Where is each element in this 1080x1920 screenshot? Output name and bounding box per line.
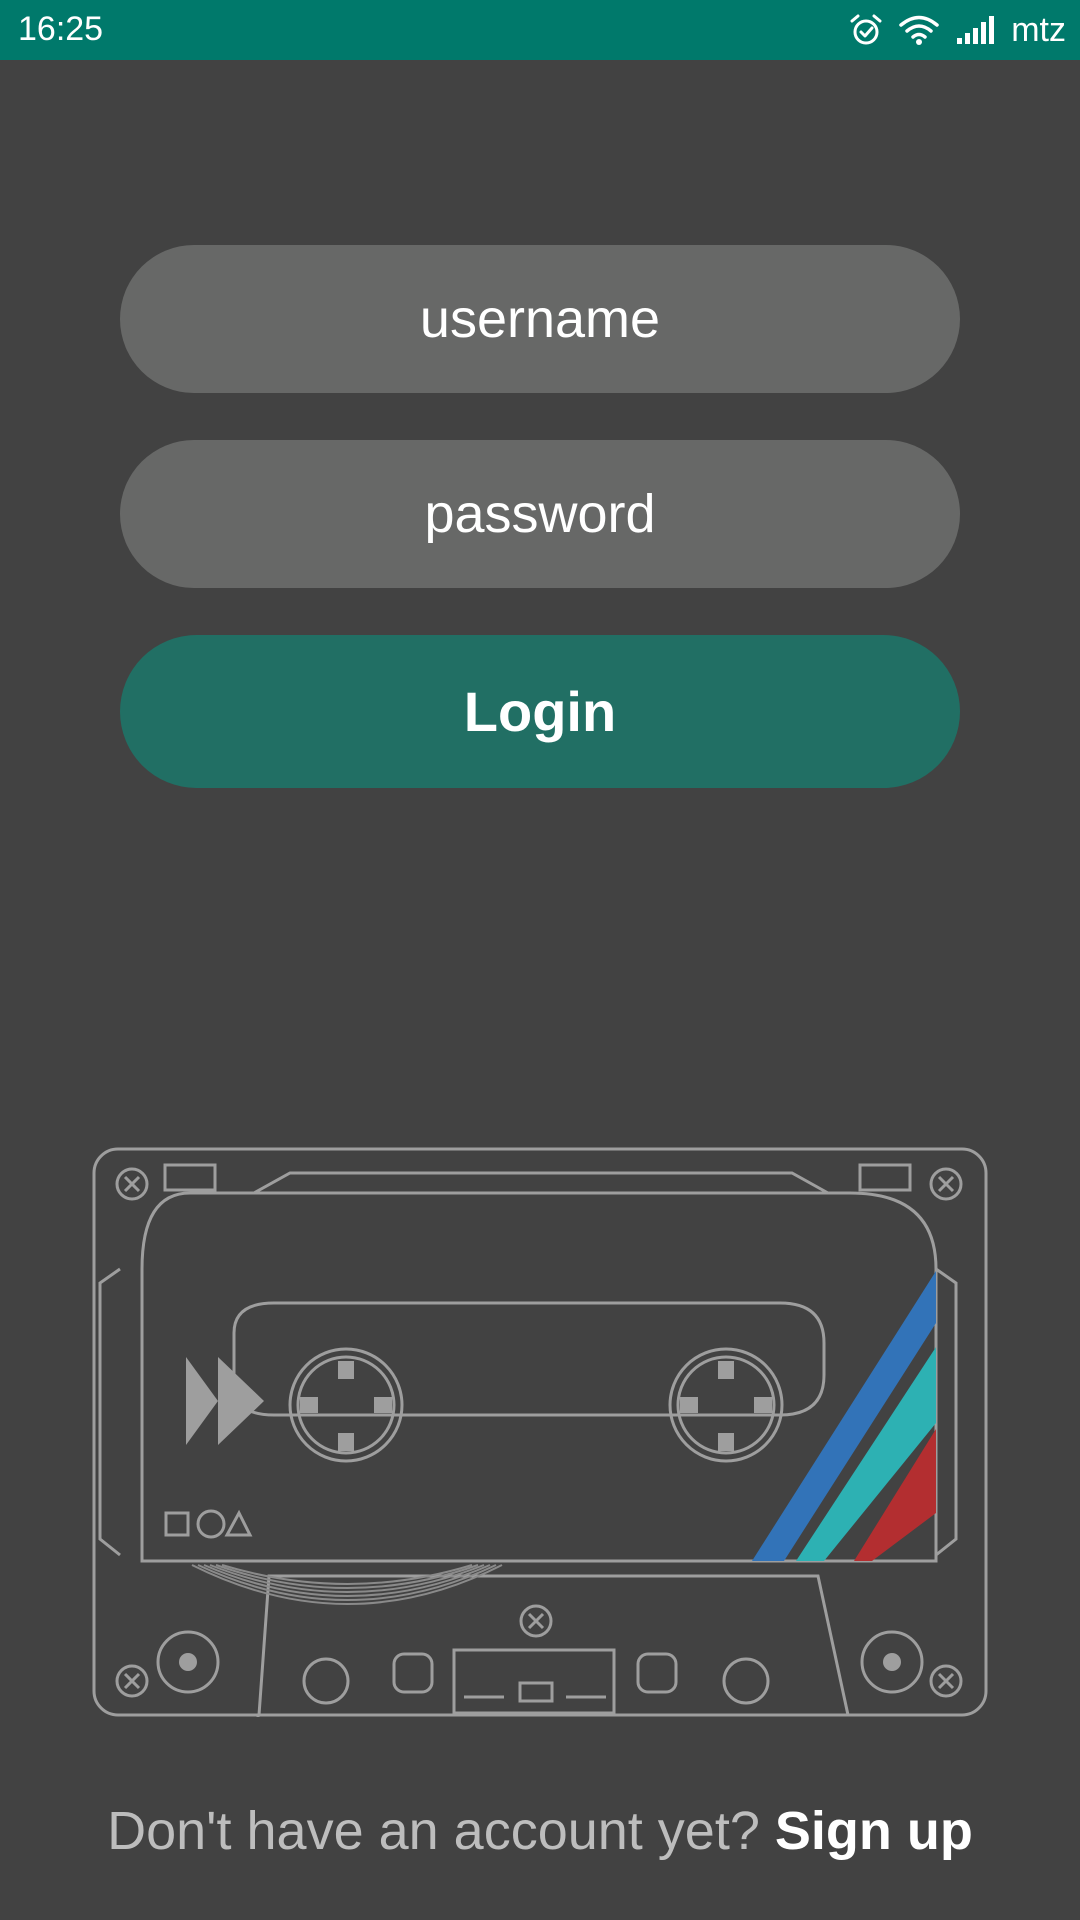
cassette-tape-icon xyxy=(92,1147,988,1717)
login-button[interactable]: Login xyxy=(120,635,960,788)
status-time: 16:25 xyxy=(18,10,104,48)
username-input[interactable] xyxy=(202,287,878,351)
wifi-icon xyxy=(899,15,939,45)
signal-icon xyxy=(957,16,995,44)
signup-prompt-row: Don't have an account yet? Sign up xyxy=(0,1800,1080,1862)
carrier-name: mtz xyxy=(1011,10,1066,49)
signup-link[interactable]: Sign up xyxy=(775,1801,973,1861)
status-bar: 16:25 mtz xyxy=(0,0,1080,60)
alarm-icon xyxy=(850,14,882,45)
password-field[interactable] xyxy=(120,440,960,588)
status-icons: mtz xyxy=(849,8,1066,52)
login-button-label: Login xyxy=(463,680,617,743)
signup-prompt-text: Don't have an account yet? xyxy=(107,1801,760,1861)
password-input[interactable] xyxy=(202,482,878,546)
username-field[interactable] xyxy=(120,245,960,393)
